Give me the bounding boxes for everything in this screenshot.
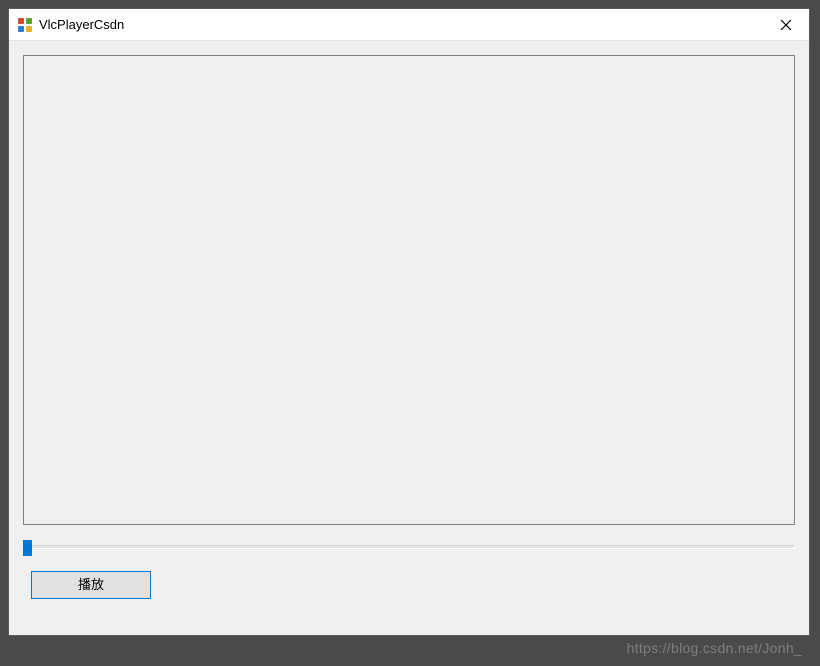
progress-slider[interactable] bbox=[23, 539, 795, 557]
titlebar[interactable]: VlcPlayerCsdn bbox=[9, 9, 809, 41]
watermark-text: https://blog.csdn.net/Jonh_ bbox=[627, 640, 802, 656]
window-title: VlcPlayerCsdn bbox=[39, 17, 763, 32]
client-area: 播放 bbox=[9, 41, 809, 635]
play-button[interactable]: 播放 bbox=[31, 571, 151, 599]
close-button[interactable] bbox=[763, 9, 809, 40]
slider-thumb[interactable] bbox=[23, 540, 32, 556]
close-icon bbox=[780, 19, 792, 31]
video-panel bbox=[23, 55, 795, 525]
slider-rail bbox=[23, 545, 795, 549]
app-icon bbox=[17, 17, 33, 33]
app-window: VlcPlayerCsdn 播放 bbox=[8, 8, 810, 636]
